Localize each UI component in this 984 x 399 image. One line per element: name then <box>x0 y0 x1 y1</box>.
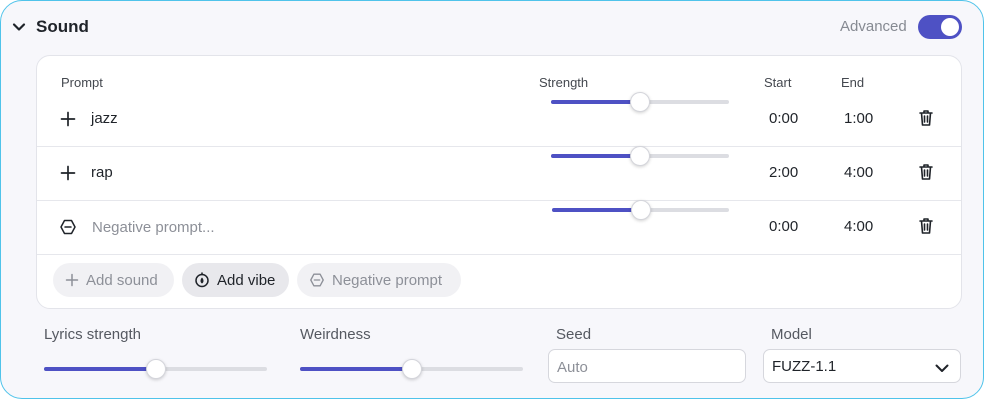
start-time[interactable]: 0:00 <box>769 110 798 127</box>
chevron-down-icon[interactable] <box>11 19 27 35</box>
plus-icon[interactable] <box>59 110 77 128</box>
add-vibe-label: Add vibe <box>217 271 276 289</box>
end-time[interactable]: 4:00 <box>844 164 873 181</box>
slider-fill <box>300 367 412 371</box>
model-select[interactable]: FUZZ-1.1 <box>763 349 961 383</box>
start-time[interactable]: 2:00 <box>769 164 798 181</box>
trash-icon[interactable] <box>918 217 934 235</box>
add-vibe-button[interactable]: Add vibe <box>182 263 289 297</box>
prompt-text[interactable]: rap <box>91 164 113 181</box>
seed-field[interactable] <box>548 349 746 383</box>
lyrics-strength-label: Lyrics strength <box>44 326 141 343</box>
seed-input[interactable] <box>557 357 727 377</box>
slider-fill <box>551 154 640 158</box>
negative-icon <box>60 219 76 235</box>
end-time[interactable]: 1:00 <box>844 110 873 127</box>
slider-thumb[interactable] <box>630 92 650 112</box>
negative-prompt-input[interactable] <box>92 216 512 238</box>
prompt-table: Prompt Strength Start End jazz 0:00 1:00 <box>36 55 962 309</box>
slider-thumb[interactable] <box>401 359 422 379</box>
column-header-prompt: Prompt <box>61 75 103 90</box>
slider-fill <box>552 208 641 212</box>
plus-icon[interactable] <box>59 164 77 182</box>
strength-slider[interactable] <box>552 200 729 220</box>
prompt-row: jazz 0:00 1:00 <box>37 92 961 147</box>
advanced-toggle[interactable] <box>918 15 962 39</box>
chevron-down-icon <box>935 364 949 372</box>
seed-label: Seed <box>556 326 592 343</box>
lyrics-strength-slider[interactable] <box>44 359 267 379</box>
vibe-icon <box>195 272 209 288</box>
weirdness-label: Weirdness <box>300 326 371 343</box>
plus-icon <box>65 273 79 287</box>
column-header-end: End <box>841 75 865 90</box>
column-header-strength: Strength <box>539 75 589 90</box>
sound-panel: Sound Advanced Prompt Strength Start End… <box>0 0 984 399</box>
advanced-label: Advanced <box>840 18 907 35</box>
slider-thumb[interactable] <box>630 200 651 220</box>
add-sound-label: Add sound <box>86 271 158 289</box>
negative-prompt-label: Negative prompt <box>332 271 443 289</box>
slider-fill <box>551 100 640 104</box>
strength-slider[interactable] <box>551 92 729 112</box>
prompt-text[interactable]: jazz <box>91 110 118 127</box>
prompt-row: rap 2:00 4:00 <box>37 146 961 201</box>
end-time[interactable]: 4:00 <box>844 218 873 235</box>
add-sound-button[interactable]: Add sound <box>53 263 174 297</box>
trash-icon[interactable] <box>918 109 934 127</box>
weirdness-slider[interactable] <box>300 359 523 379</box>
trash-icon[interactable] <box>918 163 934 181</box>
start-time[interactable]: 0:00 <box>769 218 798 235</box>
negative-icon <box>310 273 324 287</box>
slider-thumb[interactable] <box>145 359 166 379</box>
model-value: FUZZ-1.1 <box>772 358 837 375</box>
column-header-start: Start <box>764 75 792 90</box>
slider-thumb[interactable] <box>630 146 650 166</box>
model-label: Model <box>771 326 812 343</box>
toggle-knob <box>941 18 959 36</box>
negative-prompt-button[interactable]: Negative prompt <box>297 263 461 297</box>
slider-fill <box>44 367 156 371</box>
section-title[interactable]: Sound <box>36 17 89 37</box>
negative-prompt-row: 0:00 4:00 <box>37 200 961 255</box>
strength-slider[interactable] <box>551 146 729 166</box>
